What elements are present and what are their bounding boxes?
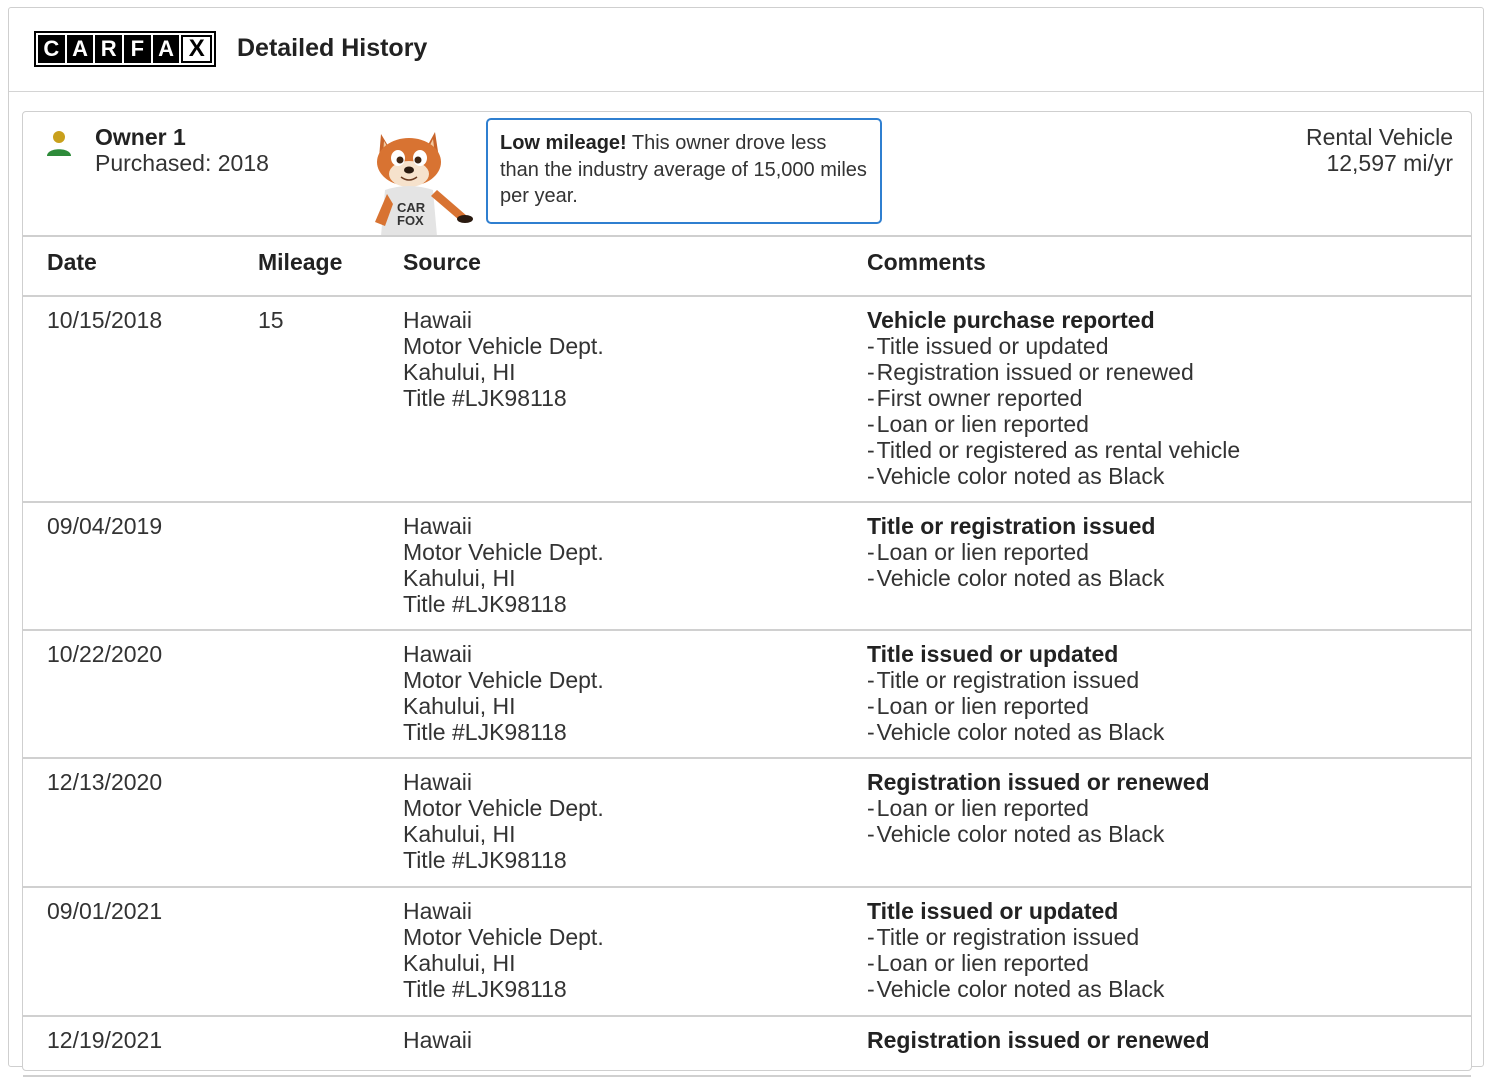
page-title: Detailed History — [237, 34, 428, 62]
row-date: 09/04/2019 — [47, 513, 163, 539]
column-header-date: Date — [47, 249, 97, 275]
source-line: Kahului, HI — [403, 950, 516, 976]
row-date: 09/01/2021 — [47, 898, 163, 924]
comment-item: Vehicle color noted as Black — [867, 565, 1165, 591]
source-line: Kahului, HI — [403, 821, 516, 847]
source-line: Hawaii — [403, 769, 473, 795]
table-body: 10/15/2018 15 Hawaii Motor Vehicle Dept. Kah… — [23, 297, 1471, 1077]
source-line: Motor Vehicle Dept. — [403, 795, 604, 821]
comment-item: Title or registration issued — [867, 924, 1164, 950]
comment-title: Title issued or updated — [867, 641, 1119, 667]
source-line: Title #LJK98118 — [403, 976, 567, 1002]
source-line: Hawaii — [403, 307, 473, 333]
row-comments: Title issued or updatedTitle or registra… — [867, 641, 1164, 745]
comment-title: Registration issued or renewed — [867, 1027, 1210, 1053]
source-line: Title #LJK98118 — [403, 591, 567, 617]
row-comments: Title issued or updatedTitle or registra… — [867, 898, 1164, 1002]
usage-miles-per-year: 12,597 mi/yr — [1326, 150, 1453, 176]
row-date: 12/13/2020 — [47, 769, 163, 795]
source-line: Kahului, HI — [403, 359, 516, 385]
source-line: Motor Vehicle Dept. — [403, 333, 604, 359]
source-line: Title #LJK98118 — [403, 719, 567, 745]
svg-text:FOX: FOX — [397, 213, 424, 228]
carfox-mascot-icon: CAR FOX — [375, 132, 473, 236]
source-line: Kahului, HI — [403, 565, 516, 591]
source-line: Title #LJK98118 — [403, 847, 567, 873]
comment-item: Loan or lien reported — [867, 539, 1164, 565]
comment-item: Loan or lien reported — [867, 411, 1240, 437]
row-comments: Registration issued or renewed — [867, 1027, 1210, 1053]
comment-title: Title or registration issued — [867, 513, 1156, 539]
source-line: Motor Vehicle Dept. — [403, 667, 604, 693]
row-comments: Registration issued or renewedLoan or li… — [867, 769, 1210, 847]
row-source: Hawaii Motor Vehicle Dept. Kahului, HI Titl… — [403, 641, 604, 745]
logo-letter: A — [66, 35, 94, 63]
report-header: C A R F A X Detailed History — [9, 8, 1483, 92]
logo-letter: C — [38, 35, 65, 63]
history-report: C A R F A X Detailed History Owner 1 Pur… — [8, 7, 1484, 1077]
comment-item: Vehicle color noted as Black — [867, 976, 1165, 1002]
comment-item: Vehicle color noted as Black — [867, 463, 1240, 489]
comment-title: Vehicle purchase reported — [867, 307, 1155, 333]
owner-name: Owner 1 — [95, 124, 186, 150]
source-line: Hawaii — [403, 641, 473, 667]
row-source: Hawaii Motor Vehicle Dept. Kahului, HI Titl… — [403, 769, 604, 873]
carfax-logo: C A R F A X — [34, 31, 216, 67]
usage-type: Rental Vehicle — [1305, 124, 1453, 150]
row-comments: Title or registration issuedLoan or lien… — [867, 513, 1164, 591]
table-row: 12/13/2020 Hawaii Motor Vehicle Dept. Kahul… — [23, 759, 1471, 888]
row-source: Hawaii — [403, 1027, 472, 1053]
comment-item: Registration issued or renewed — [867, 359, 1240, 385]
table-row: 09/04/2019 Hawaii Motor Vehicle Dept. Kahul… — [23, 503, 1471, 631]
comment-title: Title issued or updated — [867, 898, 1119, 924]
comment-item: Loan or lien reported — [867, 693, 1164, 719]
comment-item: Loan or lien reported — [867, 950, 1164, 976]
table-row: 09/01/2021 Hawaii Motor Vehicle Dept. Kahul… — [23, 888, 1471, 1017]
row-source: Hawaii Motor Vehicle Dept. Kahului, HI Titl… — [403, 513, 604, 617]
row-comments: Vehicle purchase reportedTitle issued or… — [867, 307, 1240, 489]
column-header-source: Source — [403, 249, 481, 275]
owner-summary: Owner 1 Purchased: 2018 CAR FOX Low mile… — [23, 112, 1471, 236]
row-date: 10/22/2020 — [47, 641, 163, 667]
source-line: Hawaii — [403, 513, 473, 539]
table-row: 10/15/2018 15 Hawaii Motor Vehicle Dept. Kah… — [23, 297, 1471, 503]
callout-highlight: Low mileage! — [500, 132, 627, 154]
person-icon — [47, 131, 71, 156]
logo-letter: R — [95, 35, 123, 63]
owner-panel: Owner 1 Purchased: 2018 CAR FOX Low mile… — [22, 111, 1472, 1077]
source-line: Title #LJK98118 — [403, 385, 567, 411]
comment-item: Vehicle color noted as Black — [867, 821, 1210, 847]
row-source: Hawaii Motor Vehicle Dept. Kahului, HI Titl… — [403, 898, 604, 1002]
owner-usage: Rental Vehicle 12,597 mi/yr — [1306, 124, 1453, 176]
column-header-comments: Comments — [867, 249, 986, 275]
owner-purchased-year: Purchased: 2018 — [95, 150, 269, 176]
source-line: Motor Vehicle Dept. — [403, 539, 604, 565]
source-line: Kahului, HI — [403, 693, 516, 719]
source-line: Hawaii — [403, 898, 473, 924]
comment-item: Vehicle color noted as Black — [867, 719, 1165, 745]
logo-letter: A — [152, 35, 180, 63]
table-header: Date Mileage Source Comments — [23, 237, 1471, 297]
comment-item: Title issued or updated — [867, 333, 1240, 359]
logo-letter: F — [124, 35, 151, 63]
comment-title: Registration issued or renewed — [867, 769, 1210, 795]
row-date: 12/19/2021 — [47, 1027, 163, 1053]
row-date: 10/15/2018 — [47, 307, 163, 333]
table-row: 12/19/2021 Hawaii Registration issued or r… — [23, 1017, 1471, 1077]
row-mileage: 15 — [258, 307, 284, 333]
source-line: Motor Vehicle Dept. — [403, 924, 604, 950]
logo-letter: X — [181, 35, 213, 63]
history-table: Date Mileage Source Comments 10/15/2018 1… — [23, 235, 1471, 1077]
low-mileage-callout: Low mileage! This owner drove less than … — [486, 118, 882, 224]
comment-item: First owner reported — [867, 385, 1240, 411]
comment-item: Loan or lien reported — [867, 795, 1210, 821]
comment-item: Titled or registered as rental vehicle — [867, 437, 1241, 463]
comment-item: Title or registration issued — [867, 667, 1164, 693]
source-line: Hawaii — [403, 1027, 473, 1053]
row-source: Hawaii Motor Vehicle Dept. Kahului, HI Titl… — [403, 307, 604, 411]
table-row: 10/22/2020 Hawaii Motor Vehicle Dept. Kahul… — [23, 631, 1471, 759]
column-header-mileage: Mileage — [258, 249, 343, 275]
